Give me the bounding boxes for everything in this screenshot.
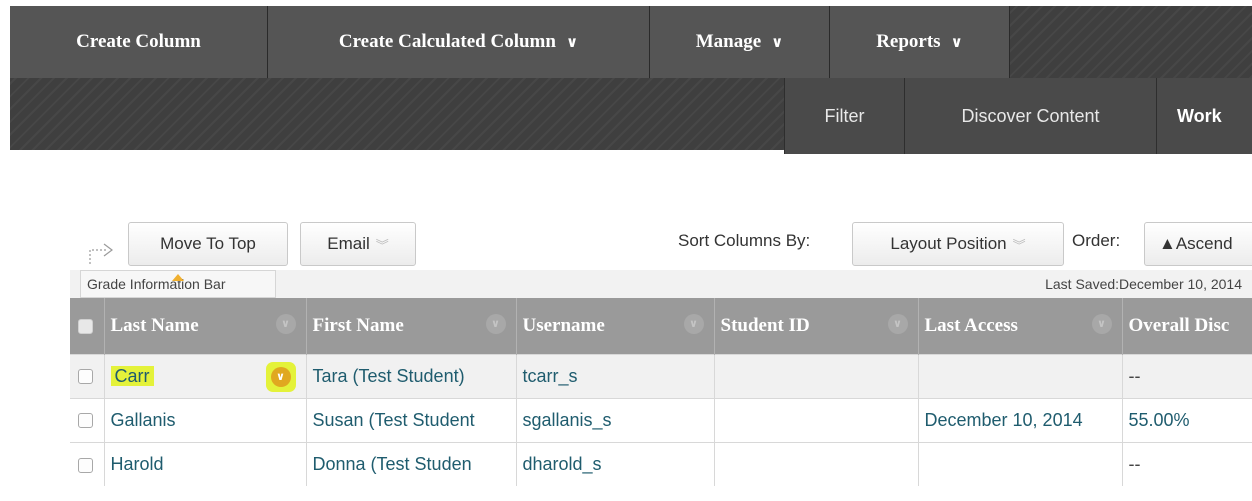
row-select-cell <box>70 397 105 442</box>
secondary-nav: Filter Discover Content Work <box>784 78 1252 154</box>
create-calculated-column-menu[interactable]: Create Calculated Column ∨ <box>268 6 650 78</box>
student-id-header-label: Student ID <box>720 314 810 336</box>
create-calculated-column-label: Create Calculated Column <box>338 31 556 52</box>
move-to-top-button[interactable]: Move To Top <box>128 222 288 266</box>
last-access-header-label: Last Access <box>924 314 1018 336</box>
last-saved-status: Last Saved:December 10, 2014 <box>1045 276 1242 292</box>
column-header-username[interactable]: Username ∨ <box>516 298 715 354</box>
last-access-cell[interactable] <box>918 353 1123 398</box>
username-cell: tcarr_s <box>516 353 715 398</box>
discover-content-label: Discover Content <box>961 105 1100 126</box>
chevron-down-icon: ∨ <box>771 33 784 51</box>
first-name-cell: Donna (Test Studen <box>306 441 517 486</box>
row-checkbox[interactable] <box>78 457 93 473</box>
grade-information-bar-label: Grade Information Bar <box>87 276 226 292</box>
column-header-student-id[interactable]: Student ID ∨ <box>714 298 919 354</box>
student-id-cell[interactable] <box>714 353 919 398</box>
work-offline-button[interactable]: Work <box>1156 78 1252 154</box>
last-name-cell[interactable]: Harold <box>104 441 307 486</box>
row-select-cell <box>70 441 105 486</box>
sort-columns-value: Layout Position <box>890 234 1007 253</box>
table-row: Carr ∨ Tara (Test Student) tcarr_s -- <box>70 353 1252 398</box>
grid-header-row: Last Name ∨ First Name ∨ Username ∨ Student… <box>70 298 1252 354</box>
column-menu-icon[interactable]: ∨ <box>275 314 296 334</box>
filter-button[interactable]: Filter <box>784 78 904 154</box>
column-header-overall[interactable]: Overall Disc <box>1122 298 1252 354</box>
username-cell: sgallanis_s <box>516 397 715 442</box>
last-name-cell[interactable]: Gallanis <box>104 397 307 442</box>
double-chevron-down-icon: ︾ <box>375 238 389 254</box>
order-select[interactable]: ▲Ascend <box>1144 222 1252 266</box>
manage-menu[interactable]: Manage ∨ <box>650 6 830 78</box>
email-label: Email <box>327 234 370 253</box>
first-name-cell: Tara (Test Student) <box>306 353 517 398</box>
select-all-checkbox[interactable] <box>78 318 93 334</box>
create-column-label: Create Column <box>76 31 201 52</box>
overall-header-label: Overall Disc <box>1128 314 1230 336</box>
row-checkbox[interactable] <box>78 413 93 429</box>
last-access-cell[interactable]: December 10, 2014 <box>918 397 1123 442</box>
sort-columns-label: Sort Columns By: <box>678 231 811 250</box>
order-value: ▲Ascend <box>1159 234 1233 253</box>
reports-menu[interactable]: Reports ∨ <box>830 6 1010 78</box>
filter-label: Filter <box>824 105 865 126</box>
row-checkbox[interactable] <box>78 369 93 385</box>
overall-cell[interactable]: 55.00% <box>1122 397 1252 442</box>
username-cell: dharold_s <box>516 441 715 486</box>
chevron-down-icon: ∨ <box>565 33 579 51</box>
column-menu-icon[interactable]: ∨ <box>485 314 506 334</box>
chevron-down-icon: ∨ <box>950 33 963 51</box>
column-header-last-access[interactable]: Last Access ∨ <box>918 298 1123 354</box>
column-menu-icon[interactable]: ∨ <box>1091 314 1112 334</box>
column-header-last-name[interactable]: Last Name ∨ <box>104 298 307 354</box>
grade-center-action-bar: Create Column Create Calculated Column ∨… <box>10 6 1252 154</box>
table-row: Harold Donna (Test Studen dharold_s -- <box>70 441 1252 486</box>
last-name-header-label: Last Name <box>110 314 199 336</box>
student-name-link[interactable]: Carr <box>110 365 154 386</box>
grade-grid: Last Name ∨ First Name ∨ Username ∨ Student… <box>70 298 1252 486</box>
column-menu-icon[interactable]: ∨ <box>887 314 908 334</box>
sort-columns-select[interactable]: Layout Position ︾ <box>852 222 1064 266</box>
row-select-cell <box>70 353 105 398</box>
move-to-top-label: Move To Top <box>160 234 256 253</box>
student-id-cell[interactable] <box>714 441 919 486</box>
student-name-link[interactable]: Gallanis <box>111 410 176 430</box>
order-label: Order: <box>1072 231 1121 250</box>
create-column-button[interactable]: Create Column <box>10 6 268 78</box>
move-arrow-icon <box>89 243 113 264</box>
sort-indicator-icon <box>172 274 184 281</box>
first-name-cell: Susan (Test Student <box>306 397 517 442</box>
chevron-down-icon: ∨ <box>270 366 291 387</box>
overall-cell[interactable]: -- <box>1122 353 1252 398</box>
column-menu-icon[interactable]: ∨ <box>683 314 704 334</box>
table-row: Gallanis Susan (Test Student sgallanis_s… <box>70 397 1252 442</box>
last-access-cell[interactable] <box>918 441 1123 486</box>
last-name-cell[interactable]: Carr ∨ <box>104 353 307 398</box>
double-chevron-down-icon: ︾ <box>1012 238 1026 254</box>
manage-label: Manage <box>695 31 762 52</box>
first-name-header-label: First Name <box>312 314 404 336</box>
username-header-label: Username <box>522 314 605 336</box>
column-header-first-name[interactable]: First Name ∨ <box>306 298 517 354</box>
discover-content-button[interactable]: Discover Content <box>904 78 1156 154</box>
reports-label: Reports <box>876 31 941 52</box>
student-name-link[interactable]: Harold <box>111 454 164 474</box>
grade-information-bar: Grade Information Bar Last Saved:Decembe… <box>70 270 1252 298</box>
student-menu-button[interactable]: ∨ <box>265 361 296 392</box>
student-id-cell[interactable] <box>714 397 919 442</box>
overall-cell[interactable]: -- <box>1122 441 1252 486</box>
primary-nav: Create Column Create Calculated Column ∨… <box>10 6 1020 78</box>
email-button[interactable]: Email ︾ <box>300 222 416 266</box>
work-label: Work <box>1177 105 1222 126</box>
select-all-cell <box>70 298 105 354</box>
